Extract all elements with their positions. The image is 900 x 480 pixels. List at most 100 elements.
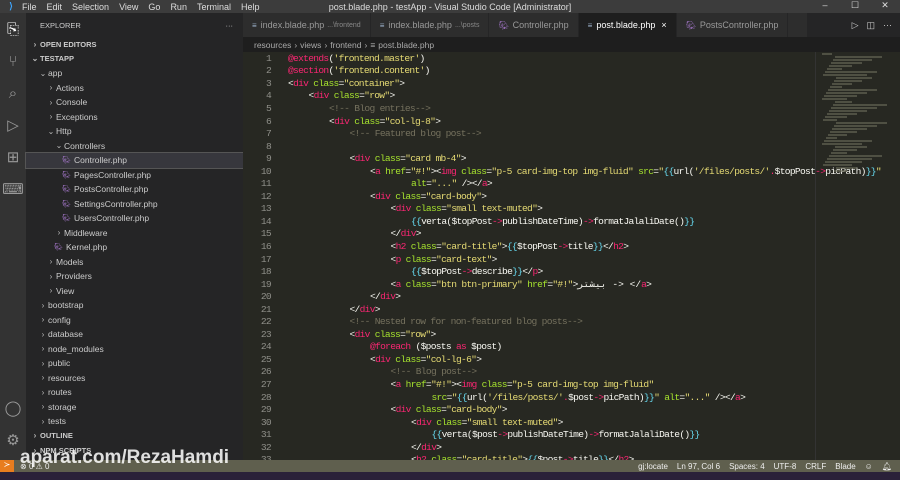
- tab-overflow[interactable]: [788, 13, 809, 37]
- minimize-button[interactable]: –: [810, 0, 840, 11]
- code-line[interactable]: 6 <div class="col-lg-8">: [243, 115, 900, 128]
- breadcrumb-item[interactable]: views: [300, 40, 321, 50]
- more-actions-button[interactable]: ···: [226, 21, 234, 30]
- code-line[interactable]: 12 <div class="card-body">: [243, 190, 900, 203]
- maximize-button[interactable]: ☐: [840, 0, 870, 11]
- menu-item-file[interactable]: File: [22, 2, 37, 12]
- menu-item-go[interactable]: Go: [148, 2, 160, 12]
- folder-item[interactable]: › Middleware: [26, 226, 243, 241]
- menu-item-selection[interactable]: Selection: [72, 2, 109, 12]
- folder-item[interactable]: › storage: [26, 400, 243, 415]
- code-line[interactable]: 17 <p class="card-text">: [243, 253, 900, 266]
- folder-item[interactable]: ⌄ Http: [26, 124, 243, 139]
- breadcrumb-item[interactable]: resources: [254, 40, 291, 50]
- code-line[interactable]: 29 <div class="card-body">: [243, 403, 900, 416]
- section-header[interactable]: ⌄ TESTAPP: [26, 52, 243, 67]
- extensions-icon[interactable]: ⊞: [0, 141, 26, 173]
- code-line[interactable]: 32 </div>: [243, 441, 900, 454]
- code-line[interactable]: 15 </div>: [243, 228, 900, 241]
- tab-controller-php[interactable]: 🐘︎ Controller.php: [489, 13, 579, 37]
- folder-item[interactable]: › database: [26, 327, 243, 342]
- tab-index-blade-php[interactable]: ≡ index.blade.php ...\posts: [370, 13, 490, 37]
- code-line[interactable]: 18 {{$topPost->describe}}</p>: [243, 265, 900, 278]
- menu-item-run[interactable]: Run: [170, 2, 187, 12]
- code-line[interactable]: 14 {{verta($topPost->publishDateTime)->fo…: [243, 215, 900, 228]
- file-item[interactable]: 🐘︎ PagesController.php: [26, 168, 243, 183]
- folder-item[interactable]: › View: [26, 284, 243, 299]
- source-control-icon[interactable]: ⑂: [0, 45, 26, 77]
- code-line[interactable]: 22 <!-- Nested row for non-featured blog …: [243, 315, 900, 328]
- line-endings[interactable]: CRLF: [805, 462, 826, 471]
- menu-item-terminal[interactable]: Terminal: [197, 2, 231, 12]
- close-tab-icon[interactable]: ×: [661, 20, 666, 30]
- cursor-position[interactable]: Ln 97, Col 6: [677, 462, 720, 471]
- file-item[interactable]: 🐘︎ SettingsController.php: [26, 197, 243, 212]
- code-line[interactable]: 31 {{verta($post->publishDateTime)->forma…: [243, 428, 900, 441]
- code-line[interactable]: 19 <a class="btn btn-primary" href="#!">ب…: [243, 278, 900, 291]
- code-editor[interactable]: 1 @extends('frontend.master') 2 @section('f…: [243, 52, 900, 460]
- code-line[interactable]: 3 <div class="container">: [243, 77, 900, 90]
- run-icon[interactable]: ▷: [852, 20, 859, 31]
- file-item[interactable]: 🐘︎ PostsController.php: [26, 182, 243, 197]
- code-line[interactable]: 9 <div class="card mb-4">: [243, 152, 900, 165]
- explorer-icon[interactable]: ⎘: [0, 13, 26, 45]
- more-icon[interactable]: ···: [883, 20, 892, 30]
- search-icon[interactable]: ⌕: [0, 77, 26, 109]
- code-line[interactable]: 30 <div class="small text-muted">: [243, 416, 900, 429]
- code-line[interactable]: 16 <h2 class="card-title">{{$topPost->tit…: [243, 240, 900, 253]
- feedback-icon[interactable]: ☺: [865, 462, 873, 471]
- tab-postscontroller-php[interactable]: 🐘︎ PostsController.php: [676, 13, 789, 37]
- code-line[interactable]: 13 <div class="small text-muted">: [243, 203, 900, 216]
- code-line[interactable]: 25 <div class="col-lg-6">: [243, 353, 900, 366]
- code-line[interactable]: 24 @foreach ($posts as $post): [243, 341, 900, 354]
- code-line[interactable]: 21 </div>: [243, 303, 900, 316]
- code-line[interactable]: 11 alt="..." /></a>: [243, 177, 900, 190]
- code-line[interactable]: 23 <div class="row">: [243, 328, 900, 341]
- menu-item-view[interactable]: View: [119, 2, 138, 12]
- terminal-icon[interactable]: ⌨: [0, 173, 26, 205]
- folder-item[interactable]: › tests: [26, 414, 243, 429]
- language-mode[interactable]: Blade: [835, 462, 855, 471]
- folder-item[interactable]: › Actions: [26, 81, 243, 96]
- code-line[interactable]: 7 <!-- Featured blog post-->: [243, 127, 900, 140]
- menu-item-edit[interactable]: Edit: [47, 2, 63, 12]
- file-item[interactable]: 🐘︎ Kernel.php: [26, 240, 243, 255]
- code-line[interactable]: 5 <!-- Blog entries-->: [243, 102, 900, 115]
- breadcrumb-item[interactable]: post.blade.php: [378, 40, 434, 50]
- folder-item[interactable]: › Console: [26, 95, 243, 110]
- section-header[interactable]: › OPEN EDITORS: [26, 37, 243, 52]
- run-debug-icon[interactable]: ▷: [0, 109, 26, 141]
- code-line[interactable]: 10 <a href="#!"><img class="p-5 card-img-…: [243, 165, 900, 178]
- tab-post-blade-php[interactable]: ≡ post.blade.php ×: [578, 13, 677, 37]
- folder-item[interactable]: › config: [26, 313, 243, 328]
- account-icon[interactable]: ◯: [0, 392, 26, 424]
- menu-item-help[interactable]: Help: [241, 2, 260, 12]
- code-line[interactable]: 8: [243, 140, 900, 153]
- split-editor-icon[interactable]: ◫: [866, 20, 875, 31]
- section-header[interactable]: › OUTLINE: [26, 429, 243, 444]
- folder-item[interactable]: ⌄ app: [26, 66, 243, 81]
- close-window-button[interactable]: ✕: [870, 0, 900, 11]
- file-item[interactable]: 🐘︎ Controller.php: [25, 152, 244, 169]
- minimap[interactable]: [815, 52, 900, 460]
- file-item[interactable]: 🐘︎ UsersController.php: [26, 211, 243, 226]
- folder-item[interactable]: › resources: [26, 371, 243, 386]
- indentation[interactable]: Spaces: 4: [729, 462, 765, 471]
- folder-item[interactable]: › bootstrap: [26, 298, 243, 313]
- folder-item[interactable]: › Exceptions: [26, 110, 243, 125]
- breadcrumb-item[interactable]: frontend: [330, 40, 361, 50]
- code-line[interactable]: 20 </div>: [243, 290, 900, 303]
- folder-item[interactable]: › Providers: [26, 269, 243, 284]
- folder-item[interactable]: › public: [26, 356, 243, 371]
- folder-item[interactable]: › Models: [26, 255, 243, 270]
- encoding[interactable]: UTF-8: [774, 462, 797, 471]
- code-line[interactable]: 28 src="{{url('/files/posts/'.$post->picP…: [243, 391, 900, 404]
- code-line[interactable]: 26 <!-- Blog post-->: [243, 366, 900, 379]
- remote-icon[interactable]: ≻: [0, 460, 14, 472]
- folder-item[interactable]: › routes: [26, 385, 243, 400]
- notifications-bell-icon[interactable]: 🔔︎: [882, 462, 892, 471]
- code-line[interactable]: 2 @section('frontend.content'): [243, 65, 900, 78]
- code-line[interactable]: 4 <div class="row">: [243, 90, 900, 103]
- folder-item[interactable]: › node_modules: [26, 342, 243, 357]
- gj-locate[interactable]: gj:locate: [638, 462, 668, 471]
